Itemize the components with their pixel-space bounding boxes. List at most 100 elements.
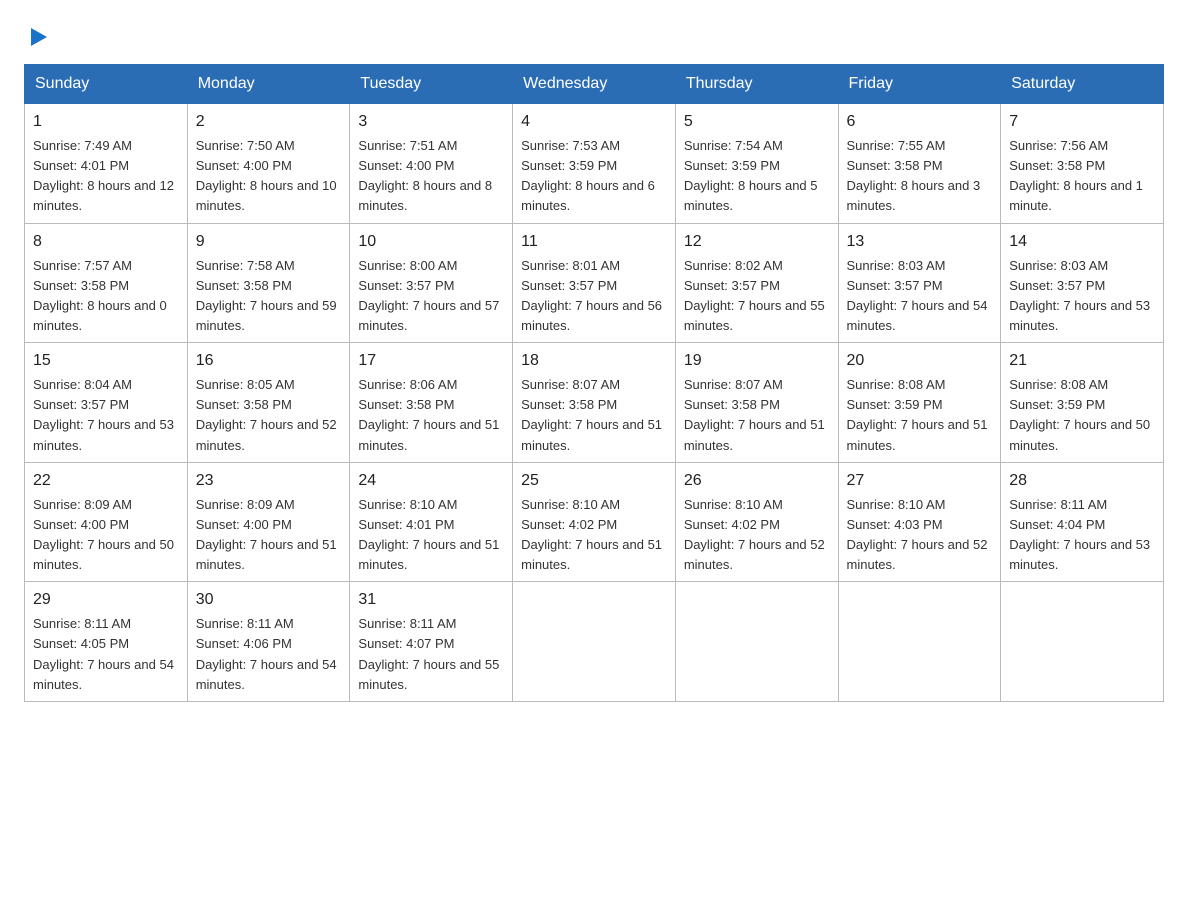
day-info: Sunrise: 8:03 AMSunset: 3:57 PMDaylight:…: [1009, 256, 1155, 337]
day-number: 21: [1009, 349, 1155, 373]
day-info: Sunrise: 8:08 AMSunset: 3:59 PMDaylight:…: [1009, 375, 1155, 456]
weekday-row: SundayMondayTuesdayWednesdayThursdayFrid…: [25, 65, 1164, 104]
logo-block: [24, 24, 49, 48]
day-info: Sunrise: 8:04 AMSunset: 3:57 PMDaylight:…: [33, 375, 179, 456]
calendar-cell: 5Sunrise: 7:54 AMSunset: 3:59 PMDaylight…: [675, 104, 838, 224]
weekday-header-saturday: Saturday: [1001, 65, 1164, 104]
day-info: Sunrise: 7:51 AMSunset: 4:00 PMDaylight:…: [358, 136, 504, 217]
weekday-header-tuesday: Tuesday: [350, 65, 513, 104]
calendar-cell: 8Sunrise: 7:57 AMSunset: 3:58 PMDaylight…: [25, 223, 188, 343]
day-info: Sunrise: 8:10 AMSunset: 4:02 PMDaylight:…: [521, 495, 667, 576]
calendar-cell: 29Sunrise: 8:11 AMSunset: 4:05 PMDayligh…: [25, 582, 188, 702]
day-number: 30: [196, 588, 342, 612]
calendar-cell: [513, 582, 676, 702]
calendar-cell: [1001, 582, 1164, 702]
calendar-cell: 21Sunrise: 8:08 AMSunset: 3:59 PMDayligh…: [1001, 343, 1164, 463]
logo: [24, 24, 49, 48]
day-number: 31: [358, 588, 504, 612]
calendar-cell: 18Sunrise: 8:07 AMSunset: 3:58 PMDayligh…: [513, 343, 676, 463]
day-info: Sunrise: 8:07 AMSunset: 3:58 PMDaylight:…: [521, 375, 667, 456]
week-row-1: 1Sunrise: 7:49 AMSunset: 4:01 PMDaylight…: [25, 104, 1164, 224]
day-info: Sunrise: 7:55 AMSunset: 3:58 PMDaylight:…: [847, 136, 993, 217]
day-number: 27: [847, 469, 993, 493]
calendar-cell: 17Sunrise: 8:06 AMSunset: 3:58 PMDayligh…: [350, 343, 513, 463]
day-number: 15: [33, 349, 179, 373]
day-number: 20: [847, 349, 993, 373]
day-number: 10: [358, 230, 504, 254]
day-info: Sunrise: 7:54 AMSunset: 3:59 PMDaylight:…: [684, 136, 830, 217]
calendar-cell: 24Sunrise: 8:10 AMSunset: 4:01 PMDayligh…: [350, 462, 513, 582]
day-info: Sunrise: 8:09 AMSunset: 4:00 PMDaylight:…: [33, 495, 179, 576]
day-info: Sunrise: 8:11 AMSunset: 4:04 PMDaylight:…: [1009, 495, 1155, 576]
day-info: Sunrise: 8:06 AMSunset: 3:58 PMDaylight:…: [358, 375, 504, 456]
day-number: 18: [521, 349, 667, 373]
calendar-cell: 3Sunrise: 7:51 AMSunset: 4:00 PMDaylight…: [350, 104, 513, 224]
calendar-cell: 10Sunrise: 8:00 AMSunset: 3:57 PMDayligh…: [350, 223, 513, 343]
calendar-cell: 27Sunrise: 8:10 AMSunset: 4:03 PMDayligh…: [838, 462, 1001, 582]
calendar-cell: 25Sunrise: 8:10 AMSunset: 4:02 PMDayligh…: [513, 462, 676, 582]
weekday-header-wednesday: Wednesday: [513, 65, 676, 104]
day-info: Sunrise: 7:57 AMSunset: 3:58 PMDaylight:…: [33, 256, 179, 337]
calendar-cell: 4Sunrise: 7:53 AMSunset: 3:59 PMDaylight…: [513, 104, 676, 224]
day-number: 8: [33, 230, 179, 254]
day-number: 22: [33, 469, 179, 493]
day-number: 29: [33, 588, 179, 612]
day-number: 26: [684, 469, 830, 493]
calendar-cell: 28Sunrise: 8:11 AMSunset: 4:04 PMDayligh…: [1001, 462, 1164, 582]
calendar-cell: 9Sunrise: 7:58 AMSunset: 3:58 PMDaylight…: [187, 223, 350, 343]
logo-line1: [24, 24, 49, 48]
week-row-3: 15Sunrise: 8:04 AMSunset: 3:57 PMDayligh…: [25, 343, 1164, 463]
day-info: Sunrise: 8:10 AMSunset: 4:02 PMDaylight:…: [684, 495, 830, 576]
page-header: [24, 24, 1164, 48]
calendar-cell: 14Sunrise: 8:03 AMSunset: 3:57 PMDayligh…: [1001, 223, 1164, 343]
day-number: 16: [196, 349, 342, 373]
calendar-cell: 1Sunrise: 7:49 AMSunset: 4:01 PMDaylight…: [25, 104, 188, 224]
logo-arrow-icon: [27, 26, 49, 48]
day-info: Sunrise: 8:05 AMSunset: 3:58 PMDaylight:…: [196, 375, 342, 456]
calendar-cell: 19Sunrise: 8:07 AMSunset: 3:58 PMDayligh…: [675, 343, 838, 463]
day-number: 2: [196, 110, 342, 134]
day-info: Sunrise: 7:49 AMSunset: 4:01 PMDaylight:…: [33, 136, 179, 217]
weekday-header-friday: Friday: [838, 65, 1001, 104]
day-number: 19: [684, 349, 830, 373]
calendar-body: 1Sunrise: 7:49 AMSunset: 4:01 PMDaylight…: [25, 104, 1164, 702]
day-number: 14: [1009, 230, 1155, 254]
day-number: 17: [358, 349, 504, 373]
weekday-header-sunday: Sunday: [25, 65, 188, 104]
calendar-cell: 26Sunrise: 8:10 AMSunset: 4:02 PMDayligh…: [675, 462, 838, 582]
day-info: Sunrise: 7:56 AMSunset: 3:58 PMDaylight:…: [1009, 136, 1155, 217]
day-info: Sunrise: 7:50 AMSunset: 4:00 PMDaylight:…: [196, 136, 342, 217]
weekday-header-monday: Monday: [187, 65, 350, 104]
day-info: Sunrise: 7:58 AMSunset: 3:58 PMDaylight:…: [196, 256, 342, 337]
calendar-cell: [675, 582, 838, 702]
day-info: Sunrise: 8:09 AMSunset: 4:00 PMDaylight:…: [196, 495, 342, 576]
calendar-cell: 6Sunrise: 7:55 AMSunset: 3:58 PMDaylight…: [838, 104, 1001, 224]
calendar-cell: 12Sunrise: 8:02 AMSunset: 3:57 PMDayligh…: [675, 223, 838, 343]
day-info: Sunrise: 8:11 AMSunset: 4:06 PMDaylight:…: [196, 614, 342, 695]
calendar-header: SundayMondayTuesdayWednesdayThursdayFrid…: [25, 65, 1164, 104]
calendar-cell: 11Sunrise: 8:01 AMSunset: 3:57 PMDayligh…: [513, 223, 676, 343]
week-row-4: 22Sunrise: 8:09 AMSunset: 4:00 PMDayligh…: [25, 462, 1164, 582]
week-row-5: 29Sunrise: 8:11 AMSunset: 4:05 PMDayligh…: [25, 582, 1164, 702]
day-number: 7: [1009, 110, 1155, 134]
calendar-cell: 20Sunrise: 8:08 AMSunset: 3:59 PMDayligh…: [838, 343, 1001, 463]
calendar-cell: [838, 582, 1001, 702]
day-info: Sunrise: 8:02 AMSunset: 3:57 PMDaylight:…: [684, 256, 830, 337]
day-number: 12: [684, 230, 830, 254]
day-number: 3: [358, 110, 504, 134]
calendar-cell: 2Sunrise: 7:50 AMSunset: 4:00 PMDaylight…: [187, 104, 350, 224]
calendar-cell: 15Sunrise: 8:04 AMSunset: 3:57 PMDayligh…: [25, 343, 188, 463]
calendar-cell: 22Sunrise: 8:09 AMSunset: 4:00 PMDayligh…: [25, 462, 188, 582]
day-info: Sunrise: 8:03 AMSunset: 3:57 PMDaylight:…: [847, 256, 993, 337]
calendar-cell: 16Sunrise: 8:05 AMSunset: 3:58 PMDayligh…: [187, 343, 350, 463]
calendar-cell: 30Sunrise: 8:11 AMSunset: 4:06 PMDayligh…: [187, 582, 350, 702]
day-number: 23: [196, 469, 342, 493]
day-number: 24: [358, 469, 504, 493]
day-info: Sunrise: 7:53 AMSunset: 3:59 PMDaylight:…: [521, 136, 667, 217]
day-info: Sunrise: 8:11 AMSunset: 4:07 PMDaylight:…: [358, 614, 504, 695]
day-number: 6: [847, 110, 993, 134]
day-number: 28: [1009, 469, 1155, 493]
week-row-2: 8Sunrise: 7:57 AMSunset: 3:58 PMDaylight…: [25, 223, 1164, 343]
day-number: 11: [521, 230, 667, 254]
day-number: 9: [196, 230, 342, 254]
